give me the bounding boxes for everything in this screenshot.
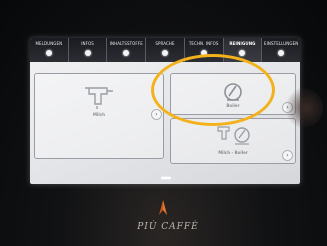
tab-infos[interactable]: INFOS xyxy=(69,38,108,62)
tab-indicator-icon xyxy=(278,50,285,56)
cleaning-card-milch[interactable]: Milch › xyxy=(34,73,164,159)
tab-label: MELDUNGEN xyxy=(35,41,63,46)
tab-indicator-icon xyxy=(239,50,246,56)
tab-reinigung[interactable]: REINIGUNG xyxy=(223,38,263,62)
boiler-icon xyxy=(224,83,242,101)
tab-einstellungen[interactable]: EINSTELLUNGEN xyxy=(262,38,300,62)
tab-indicator-icon xyxy=(84,50,91,56)
scroll-handle[interactable] xyxy=(161,177,171,179)
card-label-boiler: Boiler xyxy=(226,103,240,108)
brand-logo-icon xyxy=(159,200,167,215)
tab-indicator-icon xyxy=(45,50,52,56)
tab-label: INHALTSSTOFFE xyxy=(109,41,143,46)
tab-label: TECHN. INFOS xyxy=(188,41,219,46)
touch-screen: MELDUNGEN INFOS INHALTSSTOFFE SPRACHE TE… xyxy=(30,38,300,184)
go-button-boiler[interactable]: › xyxy=(282,102,293,113)
go-button-milch-boiler[interactable]: › xyxy=(282,150,293,161)
tab-indicator-icon xyxy=(162,50,169,56)
tab-indicator-icon xyxy=(200,50,207,56)
brand-name: PIÙ CAFFÈ xyxy=(137,222,199,232)
tab-label: INFOS xyxy=(81,41,94,46)
tab-label: EINSTELLUNGEN xyxy=(264,41,299,46)
go-button-milch[interactable]: › xyxy=(151,109,162,120)
tab-techn-infos[interactable]: TECHN. INFOS xyxy=(185,38,224,62)
milk-boiler-icon xyxy=(217,126,250,145)
tab-indicator-icon xyxy=(123,50,130,56)
cleaning-card-milch-boiler[interactable]: Milch - Boiler › xyxy=(170,118,296,164)
card-label-milch-boiler: Milch - Boiler xyxy=(218,150,248,155)
tab-inhaltsstoffe[interactable]: INHALTSSTOFFE xyxy=(107,38,147,62)
tab-meldungen[interactable]: MELDUNGEN xyxy=(30,38,69,62)
milk-system-icon xyxy=(85,87,113,109)
tab-sprache[interactable]: SPRACHE xyxy=(146,38,185,62)
cleaning-card-boiler[interactable]: Boiler › xyxy=(170,73,296,115)
card-label-milch: Milch xyxy=(93,112,105,117)
tab-label: SPRACHE xyxy=(155,41,175,46)
tab-bar: MELDUNGEN INFOS INHALTSSTOFFE SPRACHE TE… xyxy=(30,38,300,62)
tab-label: REINIGUNG xyxy=(229,41,256,46)
